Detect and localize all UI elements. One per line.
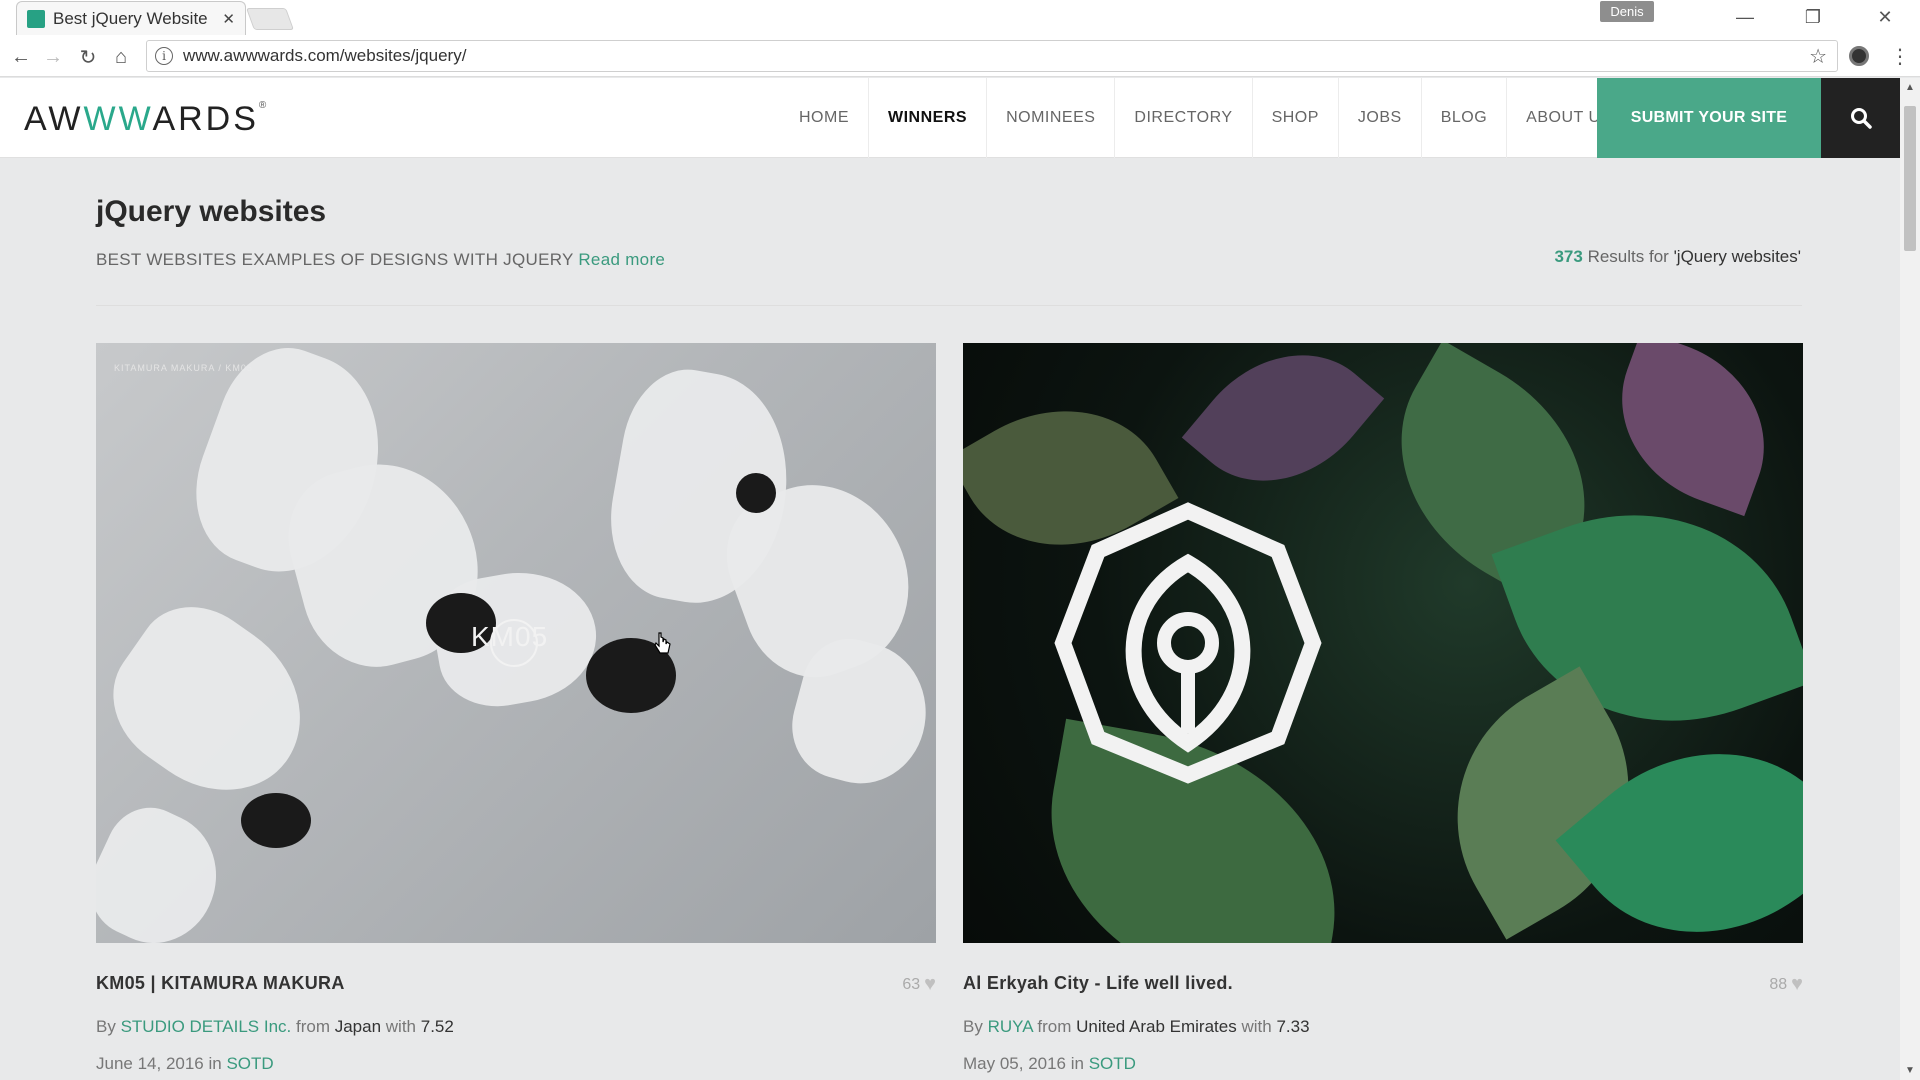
score: 7.33	[1276, 1017, 1310, 1036]
scroll-thumb[interactable]	[1904, 106, 1916, 251]
submit-your-site-button[interactable]: SUBMIT YOUR SITE	[1597, 78, 1821, 158]
site-date: June 14, 2016 in SOTD	[96, 1054, 274, 1074]
author-link[interactable]: RUYA	[988, 1017, 1033, 1036]
awwwards-logo[interactable]: AWWWARDS®	[24, 100, 269, 139]
restore-icon[interactable]: ❐	[1788, 2, 1838, 32]
url-text[interactable]: www.awwwards.com/websites/jquery/	[183, 46, 1809, 66]
meta-with: with	[1241, 1017, 1272, 1036]
hair-shape	[241, 793, 311, 848]
info-icon[interactable]: i	[155, 47, 173, 65]
results-count: 373	[1554, 247, 1583, 266]
back-arrow-icon[interactable]: ←	[8, 44, 34, 70]
thumbnail-overlay-title: KM05	[471, 621, 549, 652]
ruya-logo-icon	[1054, 502, 1322, 784]
date-text: May 05, 2016	[963, 1054, 1067, 1073]
meta-from: from	[1037, 1017, 1072, 1036]
meta-by: By	[963, 1017, 983, 1036]
scroll-down-arrow-icon[interactable]: ▼	[1905, 1065, 1915, 1076]
heart-icon[interactable]: ♥	[924, 973, 936, 996]
page-title: jQuery websites	[96, 195, 327, 228]
site-title[interactable]: Al Erkyah City - Life well lived.	[963, 973, 1233, 994]
nav-directory[interactable]: DIRECTORY	[1114, 78, 1251, 158]
meta-with: with	[385, 1017, 417, 1036]
site-title[interactable]: KM05 | KITAMURA MAKURA	[96, 973, 345, 994]
reload-icon[interactable]: ↻	[75, 44, 101, 70]
awwwards-favicon-icon	[27, 9, 45, 28]
home-icon[interactable]: ⌂	[108, 44, 134, 70]
profile-badge[interactable]: Denis	[1600, 1, 1654, 22]
meta-in: in	[1070, 1054, 1084, 1073]
bookmark-star-icon[interactable]: ☆	[1809, 44, 1827, 69]
meta-from: from	[295, 1017, 330, 1036]
browser-menu-icon[interactable]: ⋮	[1890, 44, 1910, 69]
leaf-shape	[1593, 343, 1793, 517]
page-subtitle-text: BEST WEBSITES EXAMPLES OF DESIGNS WITH J…	[96, 250, 574, 269]
mouse-cursor-icon	[654, 632, 671, 654]
tab-close-icon[interactable]: ✕	[222, 10, 235, 28]
site-header: AWWWARDS® HOME WINNERS NOMINEES DIRECTOR…	[0, 78, 1900, 158]
logo-left: AW	[24, 100, 84, 138]
nav-home[interactable]: HOME	[780, 78, 868, 158]
site-thumbnail[interactable]	[963, 343, 1803, 943]
country-link[interactable]: United Arab Emirates	[1076, 1017, 1237, 1036]
nav-jobs[interactable]: JOBS	[1337, 78, 1421, 158]
logo-registered-mark: ®	[258, 100, 270, 111]
heart-icon[interactable]: ♥	[1791, 973, 1803, 996]
search-icon	[1850, 108, 1872, 129]
browser-tabstrip: Best jQuery Website ✕ Denis — ❐ ✕	[0, 0, 1920, 35]
site-date: May 05, 2016 in SOTD	[963, 1054, 1136, 1074]
page-scrollbar[interactable]: ▲ ▼	[1900, 78, 1920, 1080]
hair-shape	[736, 473, 776, 513]
author-link[interactable]: STUDIO DETAILS Inc.	[121, 1017, 292, 1036]
nav-shop[interactable]: SHOP	[1251, 78, 1338, 158]
award-link[interactable]: SOTD	[1089, 1054, 1136, 1073]
scroll-up-arrow-icon[interactable]: ▲	[1905, 82, 1915, 93]
figure-shape	[96, 582, 335, 824]
forward-arrow-icon[interactable]: →	[40, 44, 66, 70]
minimize-icon[interactable]: —	[1720, 2, 1770, 32]
address-bar[interactable]: i www.awwwards.com/websites/jquery/ ☆	[146, 40, 1838, 72]
extension-icon[interactable]	[1849, 46, 1869, 66]
main-nav: HOME WINNERS NOMINEES DIRECTORY SHOP JOB…	[780, 78, 1631, 158]
country-link[interactable]: Japan	[335, 1017, 381, 1036]
new-tab-button[interactable]	[245, 8, 295, 30]
results-query: 'jQuery websites'	[1673, 247, 1801, 266]
figure-shape	[96, 793, 238, 943]
nav-winners[interactable]: WINNERS	[868, 78, 986, 158]
award-link[interactable]: SOTD	[226, 1054, 273, 1073]
site-meta: By STUDIO DETAILS Inc. from Japan with 7…	[96, 1017, 454, 1037]
meta-by: By	[96, 1017, 116, 1036]
site-meta: By RUYA from United Arab Emirates with 7…	[963, 1017, 1310, 1037]
likes-count: 88	[1769, 975, 1788, 993]
likes-count: 63	[902, 975, 921, 993]
site-thumbnail[interactable]: KITAMURA MAKURA / KM05 KM05	[96, 343, 936, 943]
logo-mid: WW	[83, 100, 153, 138]
logo-right: ARDS	[152, 100, 259, 138]
page-subtitle: BEST WEBSITES EXAMPLES OF DESIGNS WITH J…	[96, 250, 665, 270]
site-card: Al Erkyah City - Life well lived. 88 ♥ B…	[963, 343, 1803, 1073]
likes-counter[interactable]: 63 ♥	[902, 973, 936, 996]
results-summary: 373 Results for 'jQuery websites'	[1554, 247, 1801, 267]
search-button[interactable]	[1821, 78, 1900, 158]
site-card: KITAMURA MAKURA / KM05 KM05 KM05 | KITAM…	[96, 343, 936, 1073]
close-window-icon[interactable]: ✕	[1860, 2, 1910, 32]
thumbnail-label: KITAMURA MAKURA / KM05	[114, 363, 253, 373]
browser-toolbar: ← → ↻ ⌂ i www.awwwards.com/websites/jque…	[0, 35, 1920, 77]
nav-blog[interactable]: BLOG	[1420, 78, 1506, 158]
meta-in: in	[208, 1054, 222, 1073]
browser-tab[interactable]: Best jQuery Website ✕	[16, 1, 246, 35]
tab-title: Best jQuery Website	[53, 8, 208, 28]
nav-nominees[interactable]: NOMINEES	[986, 78, 1114, 158]
date-text: June 14, 2016	[96, 1054, 204, 1073]
content-divider	[96, 305, 1802, 306]
score: 7.52	[420, 1017, 454, 1036]
results-text: Results for	[1587, 247, 1669, 266]
likes-counter[interactable]: 88 ♥	[1769, 973, 1803, 996]
read-more-link[interactable]: Read more	[578, 250, 665, 269]
